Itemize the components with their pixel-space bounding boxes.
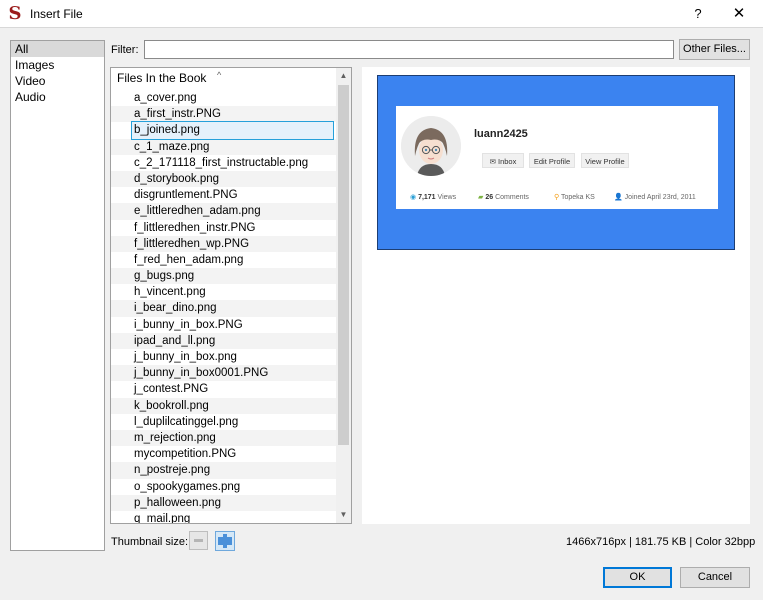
profile-edit-button: Edit Profile <box>529 153 575 168</box>
scroll-down-arrow-icon[interactable]: ▼ <box>336 507 351 523</box>
file-list-item[interactable]: mycompetition.PNG <box>111 446 336 462</box>
profile-card: luann2425 ✉ Inbox Edit Profile View Prof… <box>396 106 718 209</box>
file-rows: a_cover.png a_first_instr.PNG b_joined.png… <box>111 90 336 523</box>
scrollbar-thumb[interactable] <box>338 85 349 445</box>
file-list-item[interactable]: l_duplilcatinggel.png <box>111 414 336 430</box>
vertical-scrollbar[interactable]: ▲ ▼ <box>336 68 351 523</box>
file-list-item[interactable]: f_red_hen_adam.png <box>111 252 336 268</box>
mail-icon: ✉ <box>489 157 498 166</box>
column-header-files[interactable]: Files In the Book ^ <box>111 68 336 88</box>
file-list-item[interactable]: i_bear_dino.png <box>111 300 336 317</box>
file-list-item[interactable]: d_storybook.png <box>111 170 336 188</box>
app-logo-icon: S <box>8 3 22 24</box>
avatar-illustration-icon <box>401 116 461 176</box>
joined-text: Joined April 23rd, 2011 <box>624 194 696 201</box>
filter-label: Filter: <box>111 44 139 56</box>
views-count: 7,171 <box>418 194 436 201</box>
avatar <box>401 116 461 176</box>
category-item-all[interactable]: All <box>11 41 104 57</box>
file-list-item[interactable]: a_cover.png <box>111 90 336 106</box>
image-info-text: 1466x716px | 181.75 KB | Color 32bpp <box>566 536 756 548</box>
file-list-item[interactable]: g_bugs.png <box>111 268 336 285</box>
location-pin-icon: ⚲ <box>554 194 561 201</box>
comments-count: 26 <box>485 194 494 201</box>
window-title: Insert File <box>30 7 83 21</box>
preview-pane: luann2425 ✉ Inbox Edit Profile View Prof… <box>362 67 750 524</box>
other-files-button[interactable]: Other Files... <box>679 39 750 60</box>
ok-button[interactable]: OK <box>603 567 672 588</box>
file-list-item[interactable]: o_spookygames.png <box>111 479 336 495</box>
file-list-item[interactable]: i_bunny_in_box.PNG <box>111 317 336 333</box>
scroll-up-arrow-icon[interactable]: ▲ <box>336 68 351 84</box>
title-bar: S Insert File ? ✕ <box>0 0 763 28</box>
views-label: Views <box>437 194 457 201</box>
file-list-item[interactable]: c_1_maze.png <box>111 138 336 155</box>
profile-view-button: View Profile <box>581 153 629 168</box>
file-list-item[interactable]: q_mail.png <box>111 511 336 523</box>
category-item-audio[interactable]: Audio <box>11 89 104 105</box>
small-thumbnail-icon <box>194 539 203 542</box>
filter-input[interactable] <box>144 40 674 59</box>
file-list-item[interactable]: disgruntlement.PNG <box>111 187 336 203</box>
stat-views: ◉ 7,171 Views <box>410 193 456 201</box>
thumbnail-small-button[interactable] <box>189 531 208 550</box>
user-plus-icon: 👤 <box>614 194 625 201</box>
file-list-item[interactable]: f_littleredhen_wp.PNG <box>111 235 336 252</box>
file-list-item[interactable]: p_halloween.png <box>111 494 336 511</box>
thumbnail-large-button[interactable] <box>215 531 235 551</box>
profile-inbox-button: ✉ Inbox <box>482 153 524 168</box>
file-list-item[interactable]: j_bunny_in_box.png <box>111 349 336 365</box>
stat-comments: ▰ 26 Comments <box>478 193 529 201</box>
file-list-item[interactable]: ipad_and_ll.png <box>111 332 336 349</box>
file-list-item[interactable]: e_littleredhen_adam.png <box>111 203 336 220</box>
comments-label: Comments <box>495 194 529 201</box>
file-list-item[interactable]: j_contest.PNG <box>111 381 336 397</box>
inbox-label: Inbox <box>498 157 517 166</box>
cancel-button[interactable]: Cancel <box>680 567 750 588</box>
file-list-item[interactable]: n_postreje.png <box>111 462 336 479</box>
category-list[interactable]: All Images Video Audio <box>10 40 105 551</box>
location-text: Topeka KS <box>560 194 595 201</box>
preview-image: luann2425 ✉ Inbox Edit Profile View Prof… <box>377 75 735 250</box>
eye-icon: ◉ <box>410 194 419 201</box>
close-button[interactable]: ✕ <box>726 3 752 25</box>
file-list-item[interactable]: h_vincent.png <box>111 284 336 300</box>
profile-username: luann2425 <box>474 128 528 140</box>
stat-joined: 👤 Joined April 23rd, 2011 <box>614 193 696 201</box>
help-button[interactable]: ? <box>688 4 708 24</box>
file-list-item[interactable]: a_first_instr.PNG <box>111 106 336 123</box>
file-list[interactable]: Files In the Book ^ a_cover.png a_first_i… <box>110 67 352 524</box>
file-list-item[interactable]: c_2_171118_first_instructable.png <box>111 155 336 171</box>
sort-ascending-icon: ^ <box>217 70 222 80</box>
file-list-item[interactable]: k_bookroll.png <box>111 397 336 414</box>
file-list-item[interactable]: f_littleredhen_instr.PNG <box>111 220 336 236</box>
category-item-video[interactable]: Video <box>11 73 104 89</box>
file-list-item[interactable]: b_joined.png <box>131 121 334 140</box>
file-list-item[interactable]: m_rejection.png <box>111 429 336 447</box>
stat-location: ⚲ Topeka KS <box>554 193 595 201</box>
column-header-label: Files In the Book <box>117 71 207 85</box>
category-item-images[interactable]: Images <box>11 57 104 73</box>
thumbnail-size-label: Thumbnail size: <box>111 536 189 548</box>
file-list-item[interactable]: j_bunny_in_box0001.PNG <box>111 365 336 382</box>
large-thumbnail-icon <box>218 534 232 548</box>
